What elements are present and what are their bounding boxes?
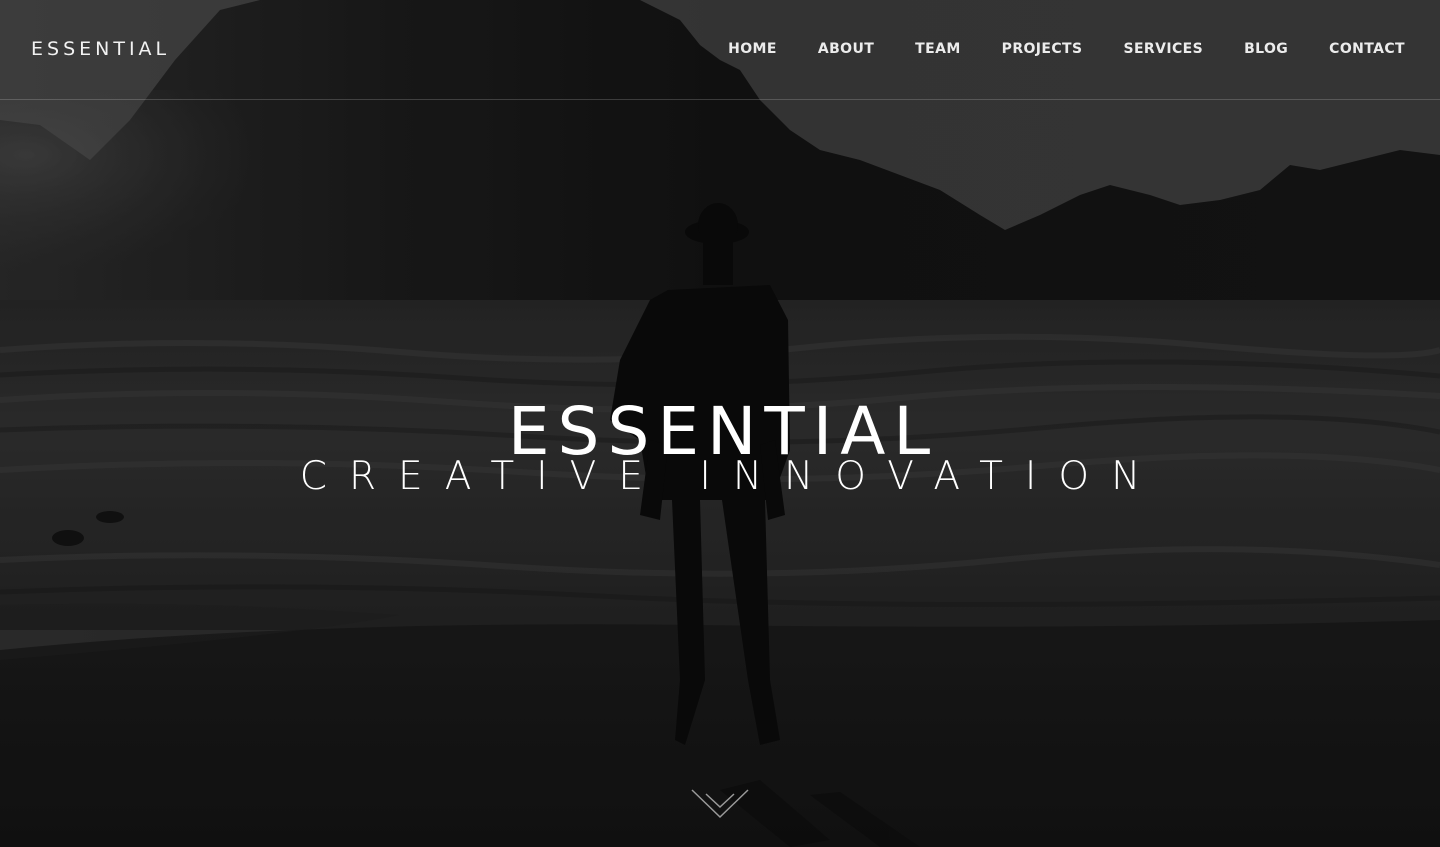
nav-link-blog[interactable]: BLOG xyxy=(1244,41,1288,57)
nav-link-home[interactable]: HOME xyxy=(728,41,777,57)
nav-link-contact[interactable]: CONTACT xyxy=(1329,41,1405,57)
nav-item-services: SERVICES xyxy=(1123,38,1203,60)
hero-section: ESSENTIAL HOME ABOUT TEAM PROJECTS SERVI… xyxy=(0,0,1440,847)
scroll-down-button[interactable] xyxy=(690,786,750,822)
nav-link-services[interactable]: SERVICES xyxy=(1123,41,1203,57)
nav-item-home: HOME xyxy=(728,38,777,60)
double-chevron-down-icon xyxy=(691,789,749,819)
nav-item-contact: CONTACT xyxy=(1329,38,1405,60)
nav-link-team[interactable]: TEAM xyxy=(915,41,960,57)
hero-subtitle: CREATIVE INNOVATION xyxy=(299,454,1163,499)
main-nav: HOME ABOUT TEAM PROJECTS SERVICES BLOG C… xyxy=(687,38,1405,60)
nav-item-about: ABOUT xyxy=(818,38,874,60)
nav-item-blog: BLOG xyxy=(1244,38,1288,60)
navbar: ESSENTIAL HOME ABOUT TEAM PROJECTS SERVI… xyxy=(0,0,1440,100)
nav-link-projects[interactable]: PROJECTS xyxy=(1002,41,1083,57)
nav-item-team: TEAM xyxy=(915,38,960,60)
nav-link-about[interactable]: ABOUT xyxy=(818,41,874,57)
brand-logo[interactable]: ESSENTIAL xyxy=(31,37,170,61)
nav-item-projects: PROJECTS xyxy=(1002,38,1083,60)
